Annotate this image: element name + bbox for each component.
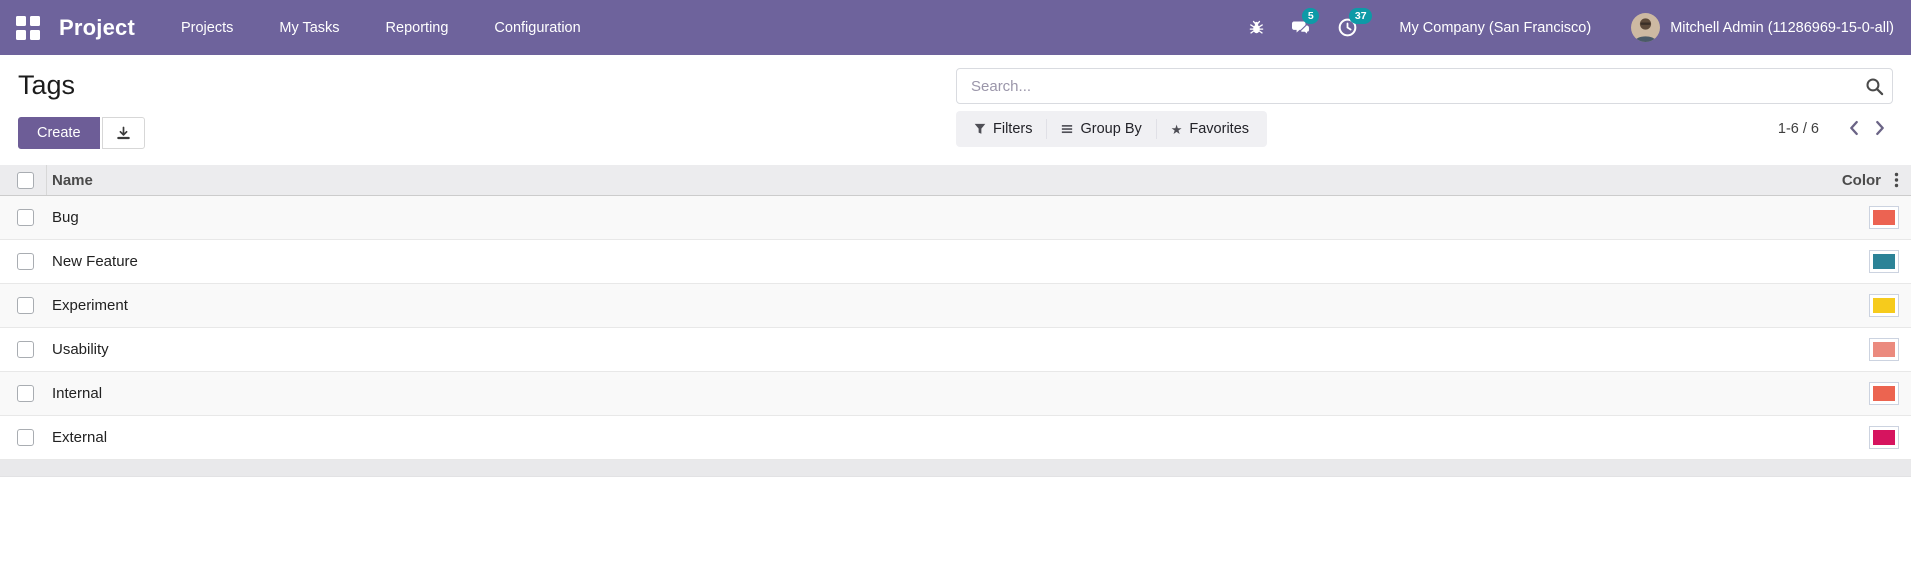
column-header-color[interactable]: Color [1771,172,1881,189]
row-name: External [52,429,108,446]
user-menu[interactable]: Mitchell Admin (11286969-15-0-all) [1631,13,1894,42]
color-swatch[interactable] [1869,426,1899,449]
color-swatch[interactable] [1869,294,1899,317]
row-checkbox[interactable] [17,385,34,402]
select-all-checkbox[interactable] [17,171,34,189]
user-name: Mitchell Admin (11286969-15-0-all) [1670,19,1894,36]
row-checkbox[interactable] [17,253,34,270]
menu-item-my-tasks[interactable]: My Tasks [279,20,339,36]
messages-badge: 5 [1302,8,1320,24]
list-row[interactable]: Experiment [0,284,1911,328]
menu-item-configuration[interactable]: Configuration [494,20,580,36]
row-checkbox[interactable] [17,341,34,358]
row-name: Internal [52,385,103,402]
row-checkbox[interactable] [17,297,34,314]
filter-icon [974,123,986,134]
favorites-button[interactable]: ★ Favorites [1155,119,1263,139]
list-footer [0,460,1911,477]
search-icon [1866,78,1884,96]
row-name: New Feature [52,253,138,270]
avatar [1631,13,1661,42]
debug-mode-button[interactable] [1248,19,1265,36]
optional-columns-toggle[interactable] [1894,172,1899,188]
color-swatch[interactable] [1869,338,1899,361]
menu-item-reporting[interactable]: Reporting [386,20,449,36]
messages-button[interactable]: 5 [1291,8,1320,37]
pager-range: 1-6 / 6 [1777,121,1819,137]
bug-icon [1250,20,1264,34]
company-switcher[interactable]: My Company (San Francisco) [1399,20,1591,36]
group-by-button[interactable]: Group By [1046,119,1155,139]
search-button[interactable] [1862,74,1887,102]
download-icon [116,126,130,139]
control-panel: Tags Create Search... Filters Group By ★… [0,55,1911,149]
pager-next-button[interactable] [1867,118,1893,141]
filters-button[interactable]: Filters [960,119,1046,139]
star-icon: ★ [1170,121,1183,137]
row-name: Experiment [52,297,128,314]
app-brand[interactable]: Project [59,15,135,41]
row-checkbox[interactable] [17,209,34,226]
color-swatch[interactable] [1869,250,1899,273]
tags-list: Name Color Bug New Feature Experiment Us… [0,165,1911,477]
pager-previous-button[interactable] [1841,118,1867,141]
kebab-icon [1894,172,1898,188]
list-row[interactable]: Internal [0,372,1911,416]
row-checkbox[interactable] [17,429,34,446]
apps-menu-button[interactable] [12,12,44,44]
color-swatch[interactable] [1869,382,1899,405]
create-button[interactable]: Create [18,117,100,149]
list-body: Bug New Feature Experiment Usability Int… [0,196,1911,460]
search-input[interactable] [956,68,1893,104]
search-options-bar: Filters Group By ★ Favorites [956,111,1268,147]
export-button[interactable] [101,117,145,149]
list-row[interactable]: New Feature [0,240,1911,284]
list-row[interactable]: Usability [0,328,1911,372]
chevron-right-icon [1876,120,1884,135]
list-row[interactable]: External [0,416,1911,460]
main-menu: Projects My Tasks Reporting Configuratio… [181,20,581,36]
apps-grid-icon [16,15,26,26]
row-name: Bug [52,209,79,226]
activities-badge: 37 [1349,8,1373,24]
bars-icon [1062,125,1073,134]
column-header-name[interactable]: Name [47,172,1771,189]
chevron-left-icon [1850,120,1858,135]
top-navbar: Project Projects My Tasks Reporting Conf… [0,0,1911,55]
pager: 1-6 / 6 [1778,118,1893,141]
activities-button[interactable]: 37 [1338,8,1373,37]
row-name: Usability [52,341,109,358]
list-header: Name Color [0,165,1911,196]
list-row[interactable]: Bug [0,196,1911,240]
color-swatch[interactable] [1869,206,1899,229]
menu-item-projects[interactable]: Projects [181,20,233,36]
page-title: Tags [18,70,76,100]
